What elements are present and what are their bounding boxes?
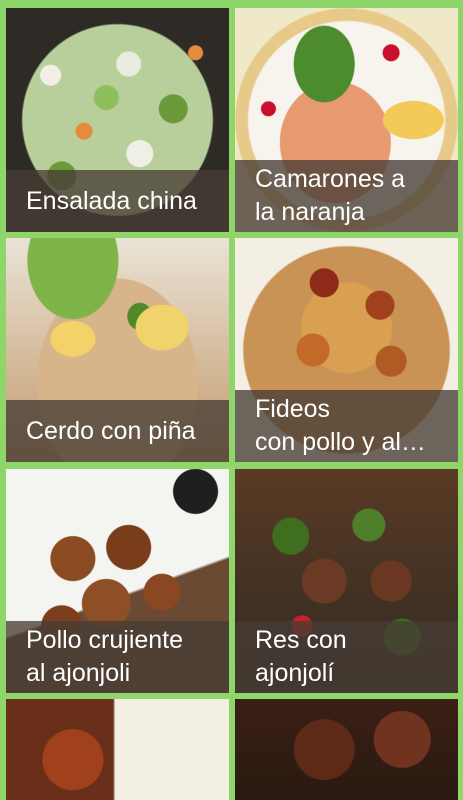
recipe-card-pollo-crujiente[interactable]: Pollo crujiente al ajonjoli <box>6 469 229 693</box>
recipe-title: Camarones a la naranja <box>255 165 406 226</box>
recipe-image <box>235 699 458 800</box>
recipe-title: Fideos con pollo y al… <box>255 395 426 456</box>
recipe-caption: Res con ajonjolí <box>235 621 458 693</box>
recipe-caption: Cerdo con piña <box>6 400 229 462</box>
recipe-caption: Pollo crujiente al ajonjoli <box>6 621 229 693</box>
recipe-card-cerdo-pina[interactable]: Cerdo con piña <box>6 238 229 462</box>
recipe-card-res-ajonjoli[interactable]: Res con ajonjolí <box>235 469 458 693</box>
recipe-grid: Ensalada china Camarones a la naranja Ce… <box>0 0 463 800</box>
recipe-card-fideos-pollo[interactable]: Fideos con pollo y al… <box>235 238 458 462</box>
recipe-title: Pollo crujiente al ajonjoli <box>26 626 184 687</box>
recipe-title: Cerdo con piña <box>26 416 196 445</box>
recipe-caption: Ensalada china <box>6 170 229 232</box>
recipe-caption: Fideos con pollo y al… <box>235 390 458 462</box>
recipe-card-partial-right[interactable] <box>235 699 458 800</box>
recipe-image <box>6 699 229 800</box>
recipe-card-camarones-naranja[interactable]: Camarones a la naranja <box>235 8 458 232</box>
recipe-caption: Camarones a la naranja <box>235 160 458 232</box>
recipe-title: Ensalada china <box>26 186 197 215</box>
recipe-card-ensalada-china[interactable]: Ensalada china <box>6 8 229 232</box>
recipe-title: Res con ajonjolí <box>255 626 347 687</box>
recipe-card-partial-left[interactable] <box>6 699 229 800</box>
